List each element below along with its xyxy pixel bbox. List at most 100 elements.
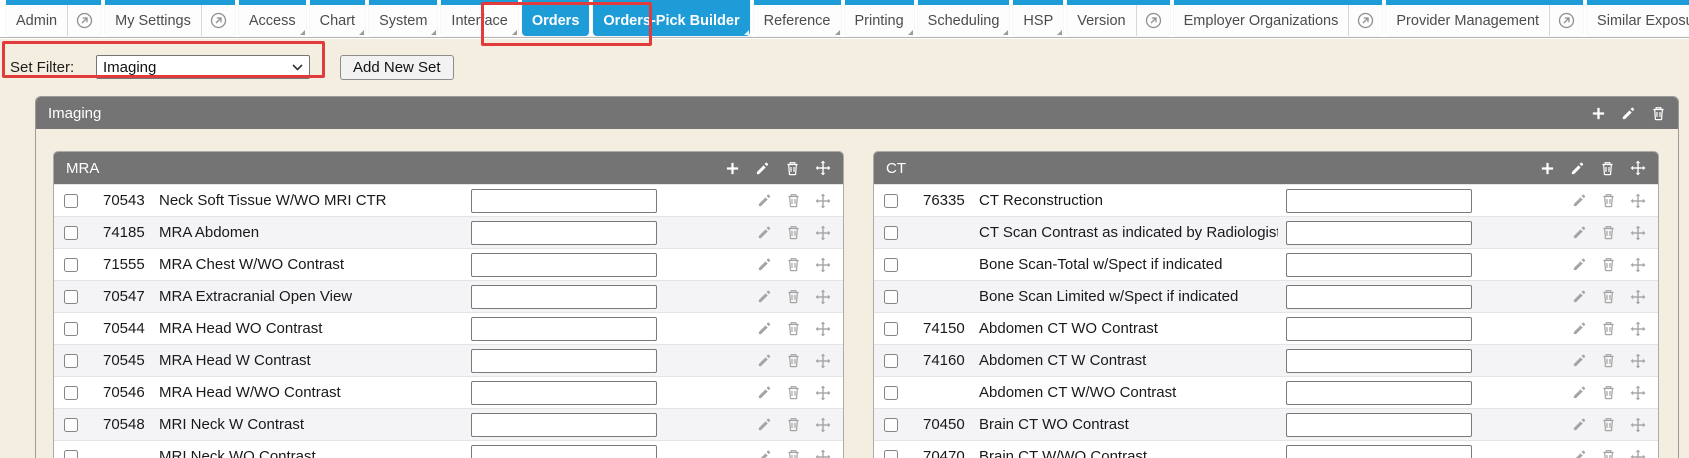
move-icon[interactable]	[1630, 449, 1646, 458]
row-text-input[interactable]	[471, 253, 657, 277]
move-icon[interactable]	[815, 449, 831, 458]
row-text-input[interactable]	[1286, 253, 1472, 277]
pencil-icon[interactable]	[1572, 385, 1587, 400]
move-icon[interactable]	[815, 321, 831, 337]
tab-hsp[interactable]: HSP	[1013, 0, 1063, 36]
trash-icon[interactable]	[785, 161, 800, 176]
trash-icon[interactable]	[786, 385, 801, 400]
pencil-icon[interactable]	[757, 321, 772, 336]
move-icon[interactable]	[815, 417, 831, 433]
trash-icon[interactable]	[1601, 193, 1616, 208]
pencil-icon[interactable]	[1572, 225, 1587, 240]
move-icon[interactable]	[1630, 353, 1646, 369]
trash-icon[interactable]	[1601, 417, 1616, 432]
pencil-icon[interactable]	[1570, 161, 1585, 176]
trash-icon[interactable]	[786, 193, 801, 208]
pencil-icon[interactable]	[757, 289, 772, 304]
row-checkbox[interactable]	[64, 450, 78, 458]
trash-icon[interactable]	[1601, 353, 1616, 368]
row-text-input[interactable]	[471, 445, 657, 458]
row-text-input[interactable]	[471, 413, 657, 437]
tab-access[interactable]: Access	[239, 0, 306, 36]
row-checkbox[interactable]	[884, 450, 898, 458]
trash-icon[interactable]	[786, 417, 801, 432]
pencil-icon[interactable]	[757, 257, 772, 272]
pencil-icon[interactable]	[1572, 289, 1587, 304]
pencil-icon[interactable]	[1572, 353, 1587, 368]
tab-printing[interactable]: Printing	[845, 0, 914, 36]
trash-icon[interactable]	[1601, 321, 1616, 336]
pencil-icon[interactable]	[1572, 321, 1587, 336]
row-checkbox[interactable]	[884, 354, 898, 368]
tab-provider-management[interactable]: Provider Management	[1386, 0, 1583, 36]
trash-icon[interactable]	[786, 257, 801, 272]
add-new-set-button[interactable]: Add New Set	[340, 55, 454, 80]
row-text-input[interactable]	[471, 381, 657, 405]
pencil-icon[interactable]	[1572, 257, 1587, 272]
row-text-input[interactable]	[1286, 445, 1472, 458]
tab-orders[interactable]: Orders	[522, 0, 590, 36]
row-checkbox[interactable]	[64, 418, 78, 432]
row-checkbox[interactable]	[64, 194, 78, 208]
row-checkbox[interactable]	[64, 354, 78, 368]
move-icon[interactable]	[1630, 321, 1646, 337]
pencil-icon[interactable]	[757, 225, 772, 240]
trash-icon[interactable]	[1601, 257, 1616, 272]
tab-popout-section[interactable]	[201, 0, 235, 36]
move-icon[interactable]	[815, 353, 831, 369]
trash-icon[interactable]	[1651, 106, 1666, 121]
row-checkbox[interactable]	[884, 290, 898, 304]
tab-chart[interactable]: Chart	[310, 0, 365, 36]
move-icon[interactable]	[815, 385, 831, 401]
trash-icon[interactable]	[786, 353, 801, 368]
tab-scheduling[interactable]: Scheduling	[918, 0, 1010, 36]
row-text-input[interactable]	[1286, 381, 1472, 405]
row-checkbox[interactable]	[884, 258, 898, 272]
row-text-input[interactable]	[471, 221, 657, 245]
plus-icon[interactable]	[1540, 161, 1555, 176]
tab-popout-section[interactable]	[1136, 0, 1170, 36]
move-icon[interactable]	[1630, 417, 1646, 433]
pencil-icon[interactable]	[757, 353, 772, 368]
row-checkbox[interactable]	[884, 418, 898, 432]
tab-interface[interactable]: Interface	[441, 0, 517, 36]
row-text-input[interactable]	[1286, 189, 1472, 213]
row-text-input[interactable]	[471, 317, 657, 341]
move-icon[interactable]	[1630, 160, 1646, 176]
tab-admin[interactable]: Admin	[6, 0, 101, 36]
tab-version[interactable]: Version	[1067, 0, 1169, 36]
move-icon[interactable]	[1630, 193, 1646, 209]
move-icon[interactable]	[1630, 257, 1646, 273]
tab-my-settings[interactable]: My Settings	[105, 0, 235, 36]
trash-icon[interactable]	[786, 225, 801, 240]
row-checkbox[interactable]	[64, 226, 78, 240]
pencil-icon[interactable]	[755, 161, 770, 176]
row-text-input[interactable]	[1286, 221, 1472, 245]
row-checkbox[interactable]	[884, 194, 898, 208]
row-text-input[interactable]	[1286, 317, 1472, 341]
plus-icon[interactable]	[1591, 106, 1606, 121]
tab-popout-section[interactable]	[1348, 0, 1382, 36]
row-text-input[interactable]	[471, 189, 657, 213]
row-text-input[interactable]	[1286, 285, 1472, 309]
pencil-icon[interactable]	[1572, 449, 1587, 458]
trash-icon[interactable]	[1601, 385, 1616, 400]
move-icon[interactable]	[1630, 225, 1646, 241]
trash-icon[interactable]	[786, 449, 801, 458]
move-icon[interactable]	[1630, 289, 1646, 305]
row-checkbox[interactable]	[64, 322, 78, 336]
row-text-input[interactable]	[1286, 349, 1472, 373]
tab-similar-exposure-groups-segs[interactable]: Similar Exposure Groups (SEGs)	[1587, 0, 1689, 36]
trash-icon[interactable]	[1601, 225, 1616, 240]
row-checkbox[interactable]	[64, 386, 78, 400]
tab-orders-pick-builder[interactable]: Orders-Pick Builder	[593, 0, 749, 36]
tab-popout-section[interactable]	[1549, 0, 1583, 36]
set-filter-dropdown[interactable]: Imaging	[96, 55, 310, 79]
row-text-input[interactable]	[471, 285, 657, 309]
move-icon[interactable]	[815, 289, 831, 305]
move-icon[interactable]	[815, 160, 831, 176]
row-checkbox[interactable]	[884, 226, 898, 240]
trash-icon[interactable]	[786, 321, 801, 336]
move-icon[interactable]	[815, 225, 831, 241]
pencil-icon[interactable]	[1621, 106, 1636, 121]
